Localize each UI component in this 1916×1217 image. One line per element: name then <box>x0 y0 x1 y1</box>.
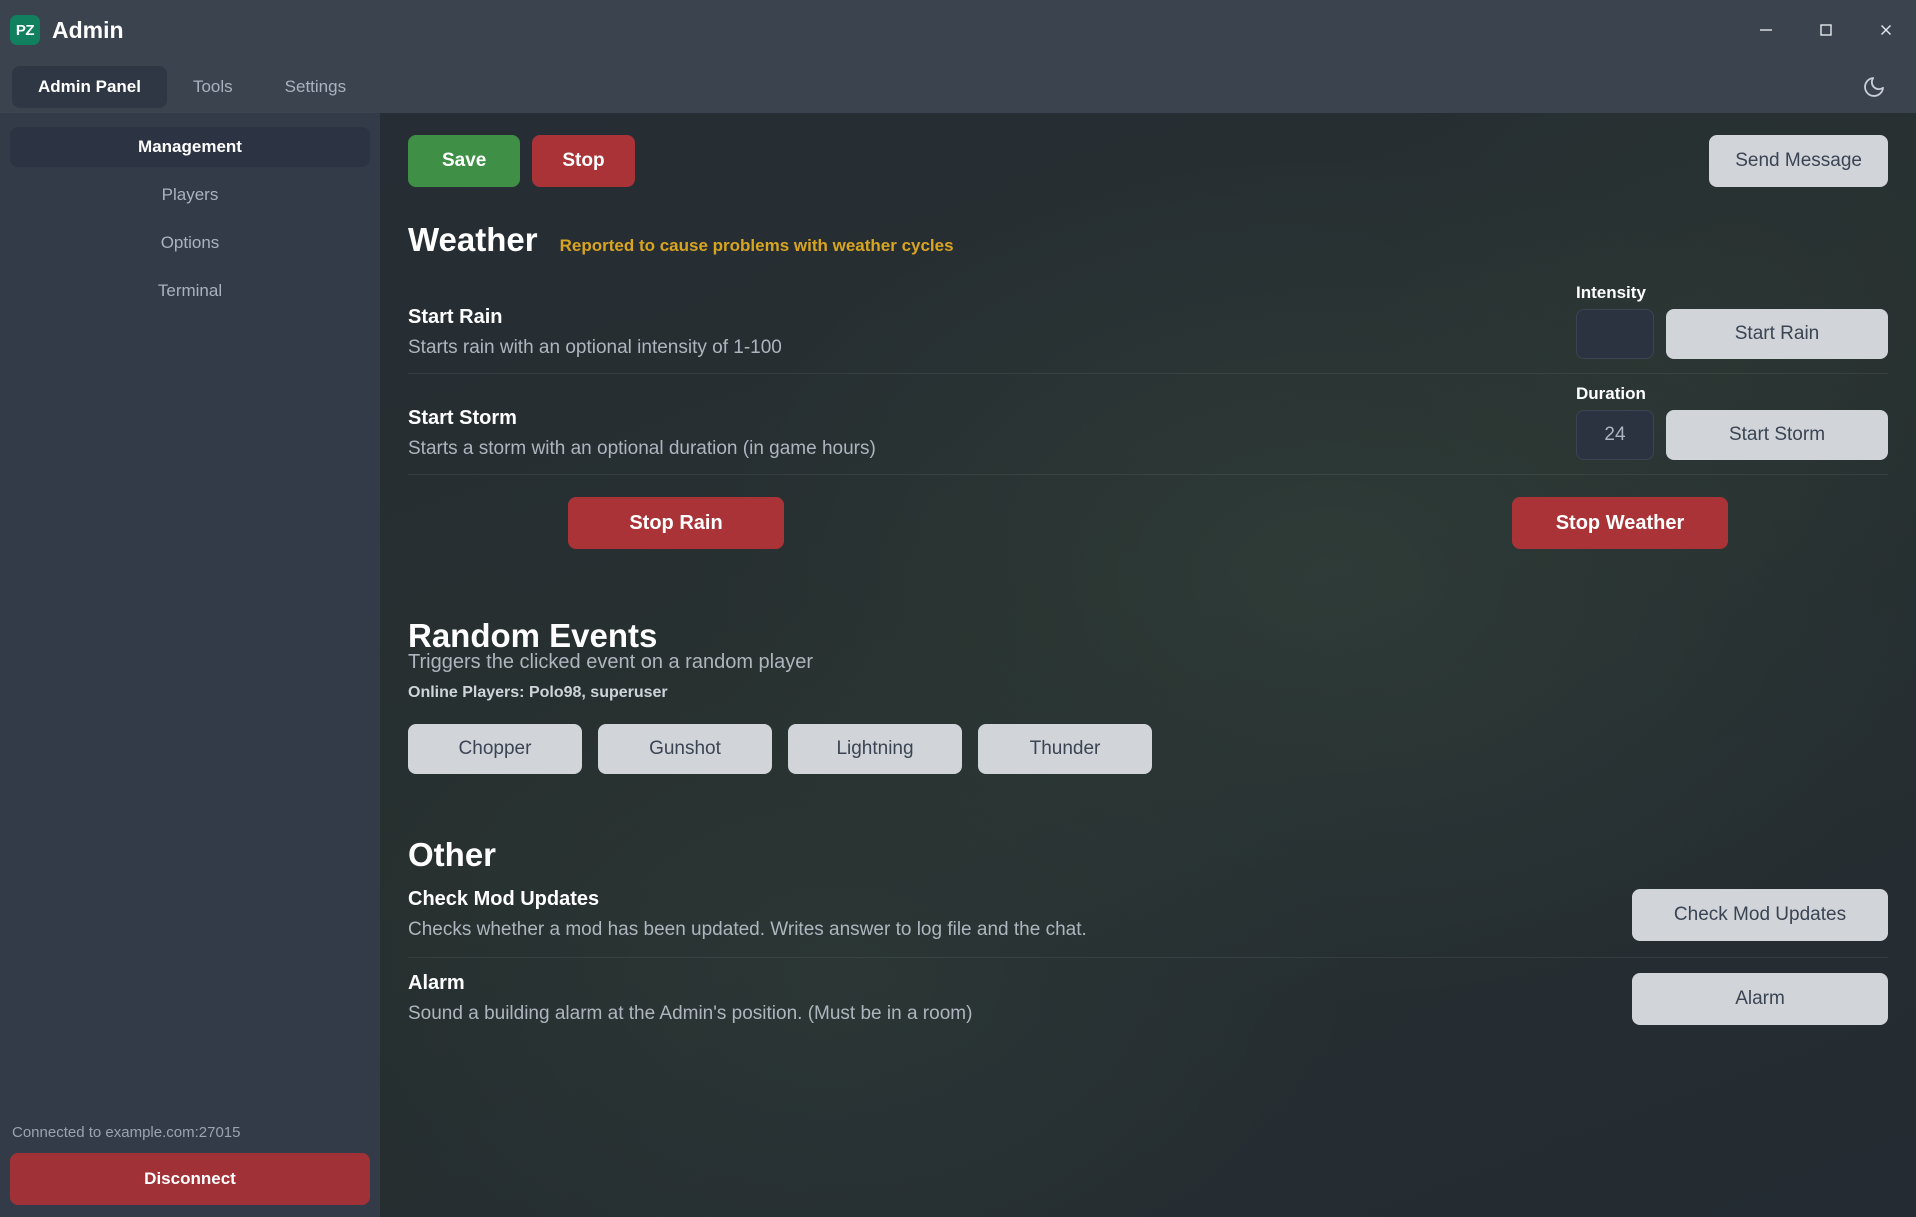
intensity-input[interactable] <box>1576 309 1654 359</box>
lightning-button[interactable]: Lightning <box>788 724 962 774</box>
sidebar-item-terminal[interactable]: Terminal <box>10 271 370 311</box>
tab-tools[interactable]: Tools <box>167 66 259 108</box>
start-rain-button[interactable]: Start Rain <box>1666 309 1888 359</box>
alarm-row: Alarm Sound a building alarm at the Admi… <box>408 958 1888 1041</box>
alarm-desc: Sound a building alarm at the Admin's po… <box>408 1003 973 1024</box>
tab-settings[interactable]: Settings <box>259 66 372 108</box>
stop-weather-button[interactable]: Stop Weather <box>1512 497 1728 549</box>
start-rain-text: Start Rain Starts rain with an optional … <box>408 306 1560 359</box>
other-title: Other <box>408 836 497 873</box>
app-brand: PZ Admin <box>10 15 124 45</box>
start-storm-controls: Duration Start Storm <box>1576 384 1888 460</box>
check-mod-updates-text: Check Mod Updates Checks whether a mod h… <box>408 888 1616 941</box>
weather-warning: Reported to cause problems with weather … <box>559 236 954 255</box>
minimize-icon[interactable] <box>1736 0 1796 60</box>
duration-field-wrap: Duration <box>1576 384 1654 460</box>
stop-rain-button[interactable]: Stop Rain <box>568 497 784 549</box>
start-rain-controls: Intensity Start Rain <box>1576 283 1888 359</box>
alarm-text: Alarm Sound a building alarm at the Admi… <box>408 972 1616 1025</box>
online-players: Online Players: Polo98, superuser <box>408 684 668 701</box>
weather-title: Weather <box>408 221 538 258</box>
app-title: Admin <box>52 16 124 43</box>
sidebar: Management Players Options Terminal Conn… <box>0 113 380 1217</box>
intensity-field-wrap: Intensity <box>1576 283 1654 359</box>
app-window: PZ Admin Admin Panel Tools Settings Mana… <box>0 0 1916 1217</box>
action-toolbar: Save Stop Send Message <box>408 135 1888 187</box>
random-events-subtitle: Triggers the clicked event on a random p… <box>408 651 814 673</box>
check-mod-updates-controls: Check Mod Updates <box>1632 889 1888 941</box>
start-storm-desc: Starts a storm with an optional duration… <box>408 438 876 459</box>
window-controls <box>1736 0 1916 60</box>
sidebar-item-management[interactable]: Management <box>10 127 370 167</box>
main-content: Save Stop Send Message Weather Reported … <box>380 113 1916 1217</box>
alarm-title: Alarm <box>408 972 465 994</box>
close-icon[interactable] <box>1856 0 1916 60</box>
sidebar-item-players[interactable]: Players <box>10 175 370 215</box>
weather-stop-row: Stop Rain Stop Weather <box>408 475 1888 549</box>
main-body: Management Players Options Terminal Conn… <box>0 113 1916 1217</box>
random-events-title: Random Events <box>408 617 658 654</box>
alarm-button[interactable]: Alarm <box>1632 973 1888 1025</box>
connection-status: Connected to example.com:27015 <box>12 1124 241 1141</box>
chopper-button[interactable]: Chopper <box>408 724 582 774</box>
send-message-button[interactable]: Send Message <box>1709 135 1888 187</box>
gunshot-button[interactable]: Gunshot <box>598 724 772 774</box>
check-mod-updates-desc: Checks whether a mod has been updated. W… <box>408 919 1087 940</box>
start-rain-desc: Starts rain with an optional intensity o… <box>408 337 782 358</box>
alarm-controls: Alarm <box>1632 973 1888 1025</box>
start-storm-button[interactable]: Start Storm <box>1666 410 1888 460</box>
moon-icon[interactable] <box>1856 69 1892 105</box>
duration-input[interactable] <box>1576 410 1654 460</box>
sidebar-item-options[interactable]: Options <box>10 223 370 263</box>
title-bar: PZ Admin <box>0 0 1916 60</box>
other-rows: Check Mod Updates Checks whether a mod h… <box>408 874 1888 1041</box>
stop-button[interactable]: Stop <box>532 135 635 187</box>
check-mod-updates-row: Check Mod Updates Checks whether a mod h… <box>408 874 1888 958</box>
intensity-label: Intensity <box>1576 283 1646 302</box>
check-mod-updates-button[interactable]: Check Mod Updates <box>1632 889 1888 941</box>
start-rain-title: Start Rain <box>408 306 503 328</box>
start-rain-row: Start Rain Starts rain with an optional … <box>408 273 1888 374</box>
start-storm-title: Start Storm <box>408 407 517 429</box>
tab-admin-panel[interactable]: Admin Panel <box>12 65 167 108</box>
pz-logo-icon: PZ <box>10 15 40 45</box>
thunder-button[interactable]: Thunder <box>978 724 1152 774</box>
maximize-icon[interactable] <box>1796 0 1856 60</box>
start-storm-row: Start Storm Starts a storm with an optio… <box>408 374 1888 475</box>
check-mod-updates-title: Check Mod Updates <box>408 888 600 910</box>
nav-bar: Admin Panel Tools Settings <box>0 60 1916 113</box>
random-events-buttons: Chopper Gunshot Lightning Thunder <box>408 724 1888 774</box>
duration-label: Duration <box>1576 384 1646 403</box>
other-section: Other Check Mod Updates Checks whether a… <box>408 836 1888 1041</box>
save-button[interactable]: Save <box>408 135 521 187</box>
disconnect-button[interactable]: Disconnect <box>10 1153 370 1205</box>
start-storm-text: Start Storm Starts a storm with an optio… <box>408 407 1560 460</box>
random-events-section: Random Events Triggers the clicked event… <box>408 617 1888 774</box>
weather-section-header: Weather Reported to cause problems with … <box>408 221 1888 259</box>
